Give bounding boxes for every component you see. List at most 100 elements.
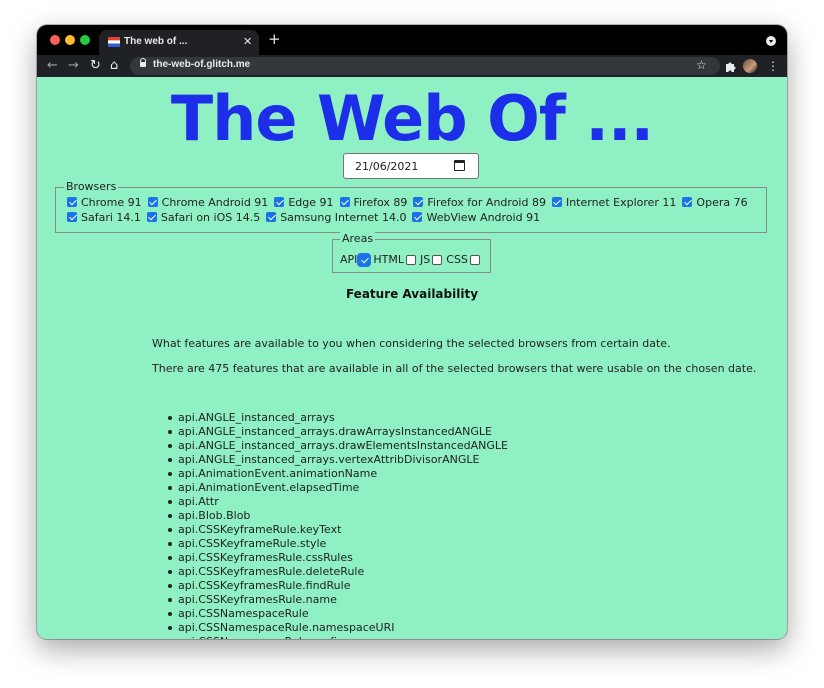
calendar-icon[interactable] [454, 160, 465, 171]
extensions-icon[interactable] [724, 60, 736, 72]
browser-label: Internet Explorer 11 [565, 195, 677, 209]
maximize-window-button[interactable] [80, 35, 90, 45]
address-bar[interactable]: the-web-of.glitch.me ☆ [130, 57, 720, 75]
summary-paragraph: There are 475 features that are availabl… [152, 362, 757, 375]
feature-list-item: api.CSSKeyframesRule.name [168, 593, 508, 607]
feature-list-item: api.CSSKeyframeRule.keyText [168, 523, 508, 537]
browser-label: Firefox for Android 89 [427, 195, 546, 209]
browser-option[interactable]: Firefox for Android 89 [413, 195, 546, 209]
browser-checkbox[interactable] [67, 197, 77, 207]
browser-label: Safari on iOS 14.5 [160, 210, 261, 224]
browser-option[interactable]: Samsung Internet 14.0 [266, 210, 406, 224]
close-window-button[interactable] [50, 35, 60, 45]
feature-list-item: api.CSSKeyframesRule.deleteRule [168, 565, 508, 579]
browser-label: Firefox 89 [353, 195, 408, 209]
area-label: HTML [373, 253, 405, 266]
area-label: JS [420, 253, 431, 266]
area-checkbox[interactable] [406, 254, 417, 265]
browser-checkbox[interactable] [266, 212, 277, 222]
minimize-window-button[interactable] [65, 35, 75, 45]
browser-checkbox[interactable] [413, 197, 424, 207]
browser-label: Opera 76 [696, 195, 748, 209]
browser-label: Chrome Android 91 [161, 195, 269, 209]
browser-toolbar: ← → ↻ ⌂ the-web-of.glitch.me ☆ ⋮ [37, 55, 787, 77]
feature-list-item: api.ANGLE_instanced_arrays.drawArraysIns… [168, 425, 508, 439]
areas-fieldset: Areas API HTML JS CSS [332, 232, 491, 273]
home-icon[interactable]: ⌂ [110, 58, 118, 74]
browsers-fieldset: Browsers Chrome 91 Chrome Android 91 Edge … [55, 180, 767, 233]
lock-icon[interactable] [140, 58, 146, 67]
new-tab-icon[interactable]: + [268, 31, 281, 47]
area-option[interactable]: JS [420, 253, 443, 266]
feature-list-item: api.CSSNamespaceRule.namespaceURI [168, 621, 508, 635]
browser-checkbox[interactable] [551, 197, 562, 207]
feature-list-item: api.ANGLE_instanced_arrays.drawElementsI… [168, 439, 508, 452]
area-label: CSS [446, 253, 468, 266]
site-favicon-icon [108, 37, 120, 47]
forward-icon[interactable]: → [68, 58, 79, 74]
area-checkbox[interactable] [359, 254, 370, 265]
browser-option[interactable]: WebView Android 91 [412, 210, 540, 224]
area-option[interactable]: CSS [446, 253, 480, 266]
browser-window: The web of ... ✕ + ← → ↻ ⌂ the-web-of.gl… [37, 25, 787, 639]
feature-list-item: api.CSSNamespaceRule.prefix [178, 635, 508, 639]
browser-option[interactable]: Chrome 91 [67, 195, 142, 209]
area-option[interactable]: HTML [373, 253, 417, 266]
feature-list: api.ANGLE_instanced_arrays api.ANGLE_inst… [168, 411, 508, 639]
date-input[interactable]: 21/06/2021 [343, 153, 479, 179]
browser-checkbox-list: Chrome 91 Chrome Android 91 Edge 91 Firefox… [67, 195, 767, 224]
feature-list-item: api.Blob.Blob [168, 509, 508, 523]
feature-list-item: api.ANGLE_instanced_arrays [168, 411, 508, 425]
browser-label: Safari 14.1 [81, 210, 141, 224]
feature-list-item: api.AnimationEvent.elapsedTime [168, 481, 508, 495]
close-tab-icon[interactable]: ✕ [243, 35, 252, 48]
section-heading: Feature Availability [345, 287, 479, 301]
feature-list-item: api.Attr [168, 495, 508, 509]
feature-list-item: api.CSSKeyframesRule.findRule [168, 579, 508, 593]
date-value[interactable]: 21/06/2021 [355, 160, 418, 173]
feature-list-item: api.CSSKeyframeRule.style [168, 537, 508, 551]
browser-checkbox[interactable] [682, 197, 693, 207]
browser-checkbox[interactable] [67, 212, 77, 222]
browser-option[interactable]: Opera 76 [682, 195, 748, 209]
browser-label: WebView Android 91 [426, 210, 541, 224]
menu-kebab-icon[interactable]: ⋮ [767, 58, 779, 74]
page-content: The Web Of ... 21/06/2021 Browsers Chrom… [37, 77, 787, 639]
tab-search-icon[interactable] [766, 36, 776, 46]
reload-icon[interactable]: ↻ [90, 58, 101, 74]
browser-option[interactable]: Safari on iOS 14.5 [146, 210, 261, 224]
bookmark-star-icon[interactable]: ☆ [696, 58, 707, 72]
browser-checkbox[interactable] [412, 212, 423, 222]
area-checkbox[interactable] [432, 254, 443, 265]
browser-option[interactable]: Safari 14.1 [67, 210, 141, 224]
area-checkbox[interactable] [469, 254, 480, 265]
browser-option[interactable]: Edge 91 [274, 195, 334, 209]
browser-checkbox[interactable] [274, 197, 285, 207]
browsers-legend: Browsers [64, 180, 119, 194]
tab-active[interactable]: The web of ... ✕ [99, 30, 259, 55]
feature-list-item: api.AnimationEvent.animationName [168, 467, 508, 481]
browser-label: Samsung Internet 14.0 [280, 210, 407, 224]
browser-option[interactable]: Internet Explorer 11 [551, 195, 677, 209]
browser-option[interactable]: Firefox 89 [339, 195, 408, 209]
areas-legend: Areas [340, 232, 376, 246]
area-checkbox-list: API HTML JS CSS [340, 253, 484, 266]
browser-checkbox[interactable] [147, 197, 158, 207]
browser-checkbox[interactable] [339, 197, 350, 207]
tab-title: The web of ... [124, 36, 188, 47]
feature-list-item: api.CSSKeyframesRule.cssRules [168, 551, 508, 565]
url-text[interactable]: the-web-of.glitch.me [153, 59, 250, 70]
back-icon[interactable]: ← [47, 58, 58, 74]
feature-list-item: api.CSSNamespaceRule [168, 607, 508, 621]
profile-avatar[interactable] [743, 59, 757, 73]
browser-option[interactable]: Chrome Android 91 [147, 195, 269, 209]
area-label: API [340, 253, 358, 266]
browser-label: Edge 91 [288, 195, 334, 209]
intro-paragraph: What features are available to you when … [152, 337, 671, 350]
tab-strip: The web of ... ✕ + [37, 25, 787, 55]
page-title: The Web Of ... [170, 82, 654, 155]
browser-checkbox[interactable] [146, 212, 157, 222]
browser-label: Chrome 91 [81, 195, 142, 209]
feature-list-item: api.ANGLE_instanced_arrays.vertexAttribD… [168, 453, 508, 467]
area-option[interactable]: API [340, 253, 370, 266]
